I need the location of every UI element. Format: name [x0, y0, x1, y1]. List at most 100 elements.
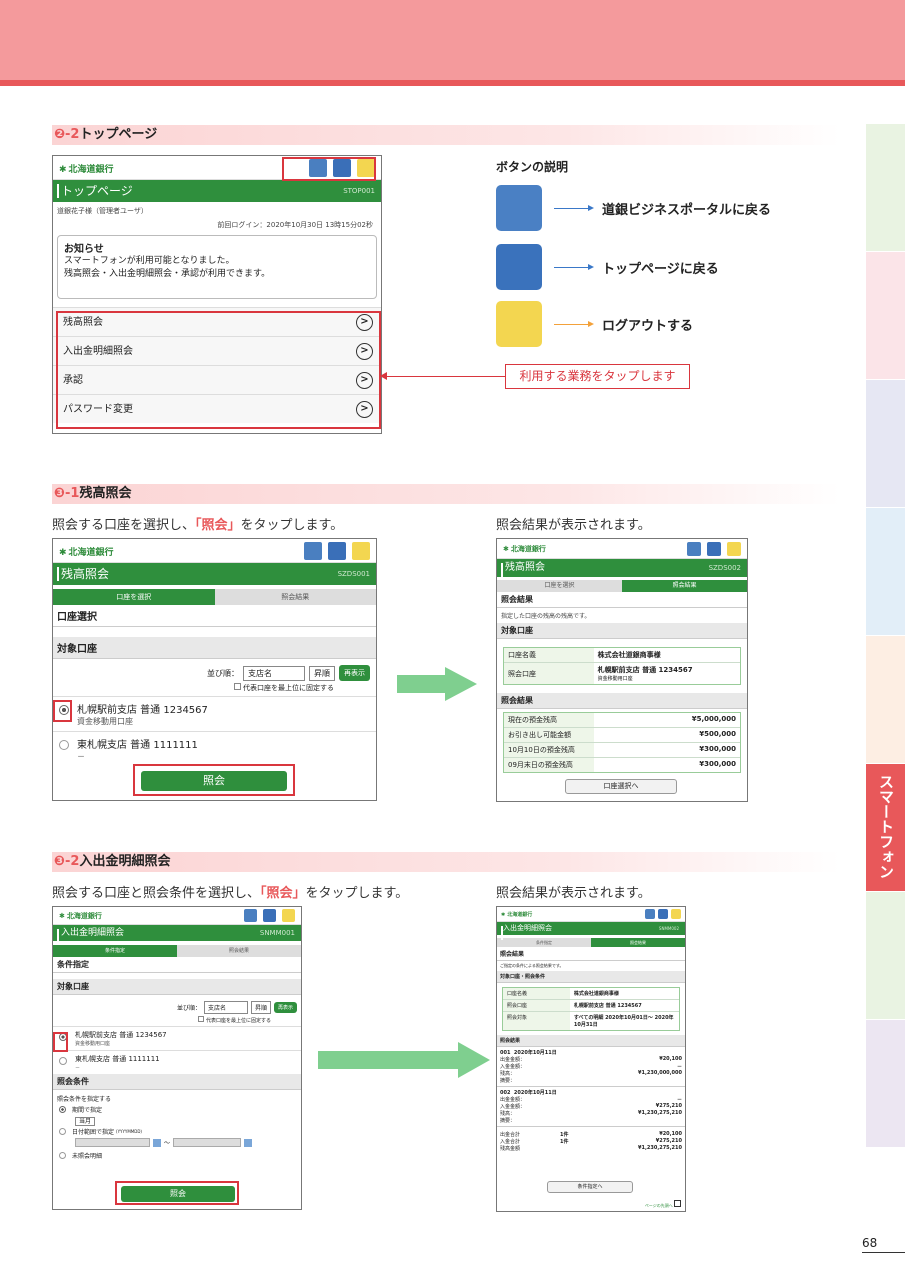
account-sub: 資金移動用口座 — [75, 1041, 111, 1047]
table-value: すべての明細 2020年10月01日〜 2020年10月31日 — [573, 1015, 674, 1028]
back-to-condition-button[interactable]: 条件指定へ — [547, 1181, 633, 1193]
ld-portal-icon[interactable] — [687, 542, 701, 556]
account-option[interactable]: 東札幌支店 普通 1111111 － — [53, 731, 376, 766]
transaction-entry: 001 2020年10月11日 出金金額： ¥20,100 入金金額：－ 残高： ¥… — [497, 1047, 685, 1087]
table-key: お引き出し可能金額 — [504, 728, 594, 742]
title-bar: 残高照会 SZDS002 — [497, 559, 747, 577]
date-from-input[interactable] — [75, 1138, 150, 1147]
order-select[interactable]: 昇順 — [250, 1001, 271, 1014]
step-current: 照会結果 — [591, 938, 685, 947]
subheading: 照会条件 — [53, 1074, 301, 1090]
calendar-icon[interactable] — [244, 1138, 253, 1147]
screen-code: SZDS002 — [708, 564, 741, 572]
caption-text: をタップします。 — [305, 886, 409, 901]
radio[interactable] — [59, 1128, 66, 1135]
logout-icon[interactable] — [352, 542, 370, 560]
redisplay-button[interactable]: 再表示 — [339, 665, 370, 681]
total-amount: ¥1,230,275,210 — [638, 1145, 682, 1151]
period-option[interactable]: 期間で指定 — [53, 1103, 301, 1116]
screen-title: 残高照会 — [61, 567, 110, 581]
sort-select[interactable]: 支店名 — [203, 1001, 248, 1014]
caption-text: をタップします。 — [240, 518, 344, 533]
home-icon[interactable] — [263, 909, 276, 922]
bank-logo: 北海道銀行 — [501, 911, 532, 918]
caption-text: 照会する口座と照会条件を選択し、 — [52, 886, 261, 901]
ld-portal-icon[interactable] — [645, 909, 655, 919]
option-label: 日付範囲で指定 — [72, 1129, 115, 1136]
checkbox[interactable] — [234, 683, 241, 690]
field-label: 入金金額： — [500, 1104, 526, 1110]
radio[interactable] — [59, 1152, 66, 1159]
icons-highlight — [282, 157, 376, 181]
calendar-icon[interactable] — [153, 1138, 161, 1147]
logout-icon[interactable] — [727, 542, 741, 556]
screen-code: SNMM001 — [259, 929, 295, 937]
step-next: 照会結果 — [214, 589, 376, 605]
side-tab-smartphone: スマートフォン — [866, 764, 905, 892]
section-number: ❸-2 — [54, 854, 80, 869]
subheading: 対象口座 — [53, 637, 376, 659]
side-tab — [866, 508, 905, 636]
redisplay-button[interactable]: 再表示 — [273, 1002, 297, 1013]
ld-portal-icon[interactable] — [304, 542, 322, 560]
section-number: ❷-2 — [54, 127, 80, 142]
back-to-account-button[interactable]: 口座選択へ — [565, 779, 677, 794]
account-option[interactable]: 東札幌支店 普通 1111111 － — [53, 1050, 301, 1074]
period-select[interactable]: 当月 — [75, 1117, 96, 1126]
rep-checkbox-row[interactable]: 代表口座を最上位に固定する — [53, 681, 376, 693]
total-count — [560, 1145, 600, 1152]
table-key: 口座名義 — [503, 988, 570, 999]
ld-portal-icon[interactable] — [244, 909, 257, 922]
account-option[interactable]: 札幌駅前支店 普通 1234567 資金移動用口座 — [53, 1026, 301, 1050]
sort-label: 並び順： — [176, 1005, 201, 1012]
logout-icon[interactable] — [671, 909, 681, 919]
account-option[interactable]: 札幌駅前支店 普通 1234567 資金移動用口座 — [53, 696, 376, 731]
header-rule — [0, 80, 905, 86]
step-current: 条件指定 — [53, 945, 177, 957]
legend-item: 道銀ビジネスポータルに戻る — [496, 185, 771, 231]
order-select[interactable]: 昇順 — [309, 665, 335, 681]
rep-checkbox-row[interactable]: 代表口座を最上位に固定する — [53, 1014, 301, 1024]
radio[interactable] — [59, 740, 69, 750]
withdrawal-amount: ¥20,100 — [659, 1056, 682, 1062]
date-range-option[interactable]: 日付範囲で指定 (YYYYMMDD) — [53, 1125, 301, 1138]
home-icon[interactable] — [328, 542, 346, 560]
sort-select[interactable]: 支店名 — [243, 665, 305, 681]
section-title: 残高照会 — [79, 486, 132, 501]
checkbox[interactable] — [197, 1016, 204, 1022]
detail-select-screen: 北海道銀行 入出金明細照会SNMM001 条件指定照会結果 条件指定 対象口座 … — [52, 906, 302, 1210]
table-value: 株式会社道銀商事様 — [597, 651, 661, 659]
range-separator: 〜 — [164, 1140, 171, 1147]
total-amount: ¥20,100 — [659, 1131, 682, 1137]
date-to-input[interactable] — [173, 1138, 242, 1147]
condition-table: 口座名義 株式会社道銀商事様 照会口座 札幌駅前支店 普通 1234567 照会対象… — [502, 987, 680, 1031]
unread-option[interactable]: 未照会明細 — [53, 1147, 301, 1164]
subheading: 条件指定 — [53, 957, 301, 973]
account-sub: 資金移動用口座 — [77, 717, 133, 726]
withdrawal-amount: － — [676, 1097, 682, 1103]
radio-highlight — [53, 700, 72, 722]
total-count: 1件 — [560, 1139, 569, 1145]
notice-line: 残高照会・入出金明細照会・承認が利用できます。 — [64, 269, 271, 279]
field-label: 摘要： — [500, 1118, 516, 1124]
table-key: 現在の預金残高 — [504, 713, 594, 727]
radio-selected[interactable] — [59, 1106, 66, 1113]
page-top-link[interactable]: ページの先頭へ — [645, 1200, 681, 1209]
home-icon[interactable] — [658, 909, 668, 919]
total-count: 1件 — [560, 1132, 569, 1138]
caption: 照会結果が表示されます。 — [496, 518, 651, 533]
account-name: 東札幌支店 普通 1111111 — [77, 740, 198, 751]
sort-label: 並び順： — [207, 668, 239, 678]
home-icon[interactable] — [707, 542, 721, 556]
side-tab-label: スマートフォン — [877, 774, 895, 879]
app-header: 北海道銀行 — [497, 907, 685, 922]
bank-logo: 北海道銀行 — [59, 162, 114, 175]
radio[interactable] — [59, 1057, 67, 1065]
table-value-sub: 資金移動用口座 — [597, 676, 633, 682]
arrow-right-icon — [554, 263, 594, 270]
logout-icon[interactable] — [282, 909, 295, 922]
page-number-rule — [862, 1252, 905, 1253]
subheading: 口座選択 — [53, 605, 376, 627]
step-indicator: 条件指定 照会結果 — [497, 938, 685, 947]
bank-logo: 北海道銀行 — [59, 545, 114, 558]
